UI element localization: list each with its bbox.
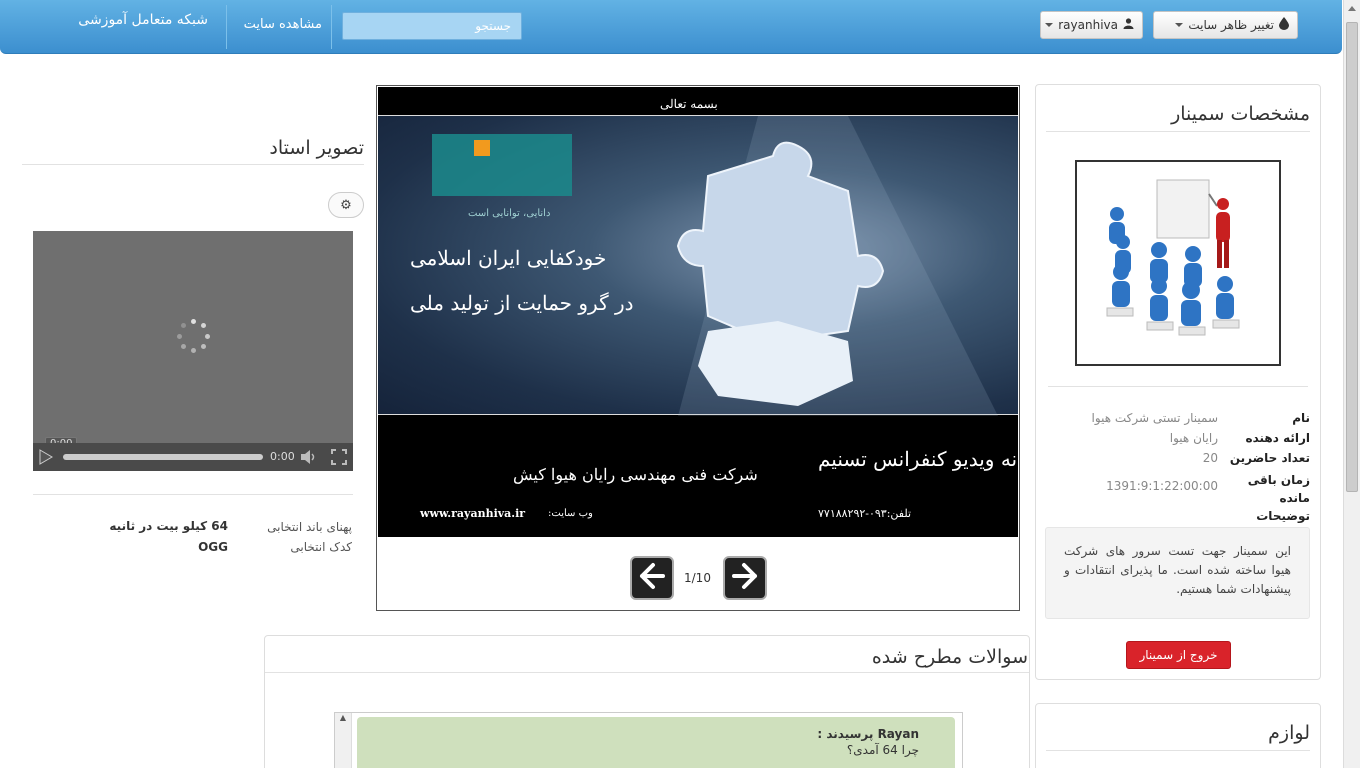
change-theme-button[interactable]: تغییر ظاهر سایت xyxy=(1153,11,1298,39)
droplet-icon xyxy=(1279,17,1289,33)
company-logo xyxy=(432,134,572,196)
teacher-video-title: تصویر استاد xyxy=(269,137,364,159)
info-label: زمان باقی مانده xyxy=(1247,473,1310,505)
page-scrollbar[interactable] xyxy=(1343,0,1360,768)
top-navbar: شبکه متعامل آموزشی مشاهده سایت rayanhiva… xyxy=(0,0,1342,54)
loading-spinner-icon xyxy=(176,319,210,353)
current-time: 0:00 xyxy=(270,450,295,463)
slide-main-area: دانایی، توانایی است خودکفایی ایران اسلام… xyxy=(378,115,1018,416)
logo-caption: دانایی، توانایی است xyxy=(468,208,551,219)
seminar-info-title: مشخصات سمینار xyxy=(1171,103,1310,125)
play-icon[interactable] xyxy=(39,449,53,469)
slide-viewer: بسمه تعالی دانایی، توانایی است خودکفایی … xyxy=(376,85,1020,611)
view-site-link[interactable]: مشاهده سایت xyxy=(244,17,322,32)
question-author: Rayan پرسیدند : xyxy=(817,727,919,741)
user-icon xyxy=(1123,18,1134,32)
user-menu-label: rayanhiva xyxy=(1058,18,1118,32)
search-input[interactable] xyxy=(342,12,522,40)
info-value: 1391:9:1:22:00:00 xyxy=(1106,479,1218,493)
divider xyxy=(1046,131,1310,132)
divider xyxy=(22,164,364,165)
info-label: توضیحات xyxy=(1256,509,1310,523)
divider xyxy=(33,494,353,495)
codec-value: OGG xyxy=(198,540,228,554)
slide-slogan-line1: خودکفایی ایران اسلامی xyxy=(410,246,607,270)
gear-icon: ⚙ xyxy=(340,197,352,213)
arrow-right-icon xyxy=(731,562,759,594)
video-settings-button[interactable]: ⚙ xyxy=(328,192,364,218)
requirements-panel: لوازم xyxy=(1035,703,1321,768)
scroll-thumb[interactable] xyxy=(1346,22,1358,492)
slide-website-label: وب سایت: xyxy=(548,508,593,519)
slide-system-name: سامانه ویدیو کنفرانس تسنیم xyxy=(818,447,1018,471)
question-item: Rayan پرسیدند : چرا 64 آمدی؟ xyxy=(357,717,955,768)
next-slide-button[interactable] xyxy=(723,556,767,600)
seminar-image xyxy=(1075,160,1281,366)
questions-list: ▲ Rayan پرسیدند : چرا 64 آمدی؟ xyxy=(334,712,963,768)
slide-website: www.rayanhiva.ir xyxy=(420,507,526,520)
divider xyxy=(1048,386,1308,387)
prev-slide-button[interactable] xyxy=(630,556,674,600)
arrow-left-icon xyxy=(638,562,666,594)
slide-company-name: شرکت فنی مهندسی رایان هیوا کیش xyxy=(513,465,758,484)
seminar-info-panel: مشخصات سمینار نام سمینار تستی شرکت هیوا … xyxy=(1035,84,1321,680)
volume-icon[interactable] xyxy=(300,449,318,469)
exit-seminar-button[interactable]: خروج از سمینار xyxy=(1126,641,1231,669)
info-value: سمینار تستی شرکت هیوا xyxy=(1091,411,1218,425)
nav-divider xyxy=(226,5,227,49)
chevron-down-icon xyxy=(1175,23,1184,27)
divider xyxy=(265,672,1029,673)
slide-phone: تلفن:۰۹۳-۷۷۱۸۸۲۹۲ xyxy=(818,507,912,520)
bandwidth-value: 64 کیلو بیت در ثانیه xyxy=(109,519,228,533)
codec-label: کدک انتخابی xyxy=(290,540,352,554)
user-menu-button[interactable]: rayanhiva xyxy=(1040,11,1143,39)
slide-image: بسمه تعالی دانایی، توانایی است خودکفایی … xyxy=(378,87,1018,537)
questions-panel: سوالات مطرح شده ▲ Rayan پرسیدند : چرا 64… xyxy=(264,635,1030,768)
site-brand[interactable]: شبکه متعامل آموزشی xyxy=(78,12,208,28)
question-text: چرا 64 آمدی؟ xyxy=(846,743,919,757)
chevron-down-icon xyxy=(1045,23,1054,27)
scroll-up-icon[interactable] xyxy=(1348,6,1356,11)
questions-title: سوالات مطرح شده xyxy=(871,646,1028,668)
info-label: تعداد حاضرین xyxy=(1229,451,1310,465)
requirements-title: لوازم xyxy=(1268,722,1310,744)
info-value: 20 xyxy=(1202,451,1218,465)
progress-bar[interactable] xyxy=(63,454,263,460)
slide-header-text: بسمه تعالی xyxy=(660,97,718,111)
description-box: این سمینار جهت تست سرور های شرکت هیوا سا… xyxy=(1045,527,1310,619)
change-theme-label: تغییر ظاهر سایت xyxy=(1188,18,1274,32)
video-controls: 0:00 xyxy=(33,443,353,471)
nav-divider xyxy=(331,5,332,49)
slide-slogan-line2: در گرو حمایت از تولید ملی xyxy=(410,291,634,315)
info-label: ارائه دهنده xyxy=(1245,431,1311,445)
slide-counter: 1/10 xyxy=(684,571,711,585)
divider xyxy=(1046,750,1310,751)
fullscreen-icon[interactable] xyxy=(331,449,347,469)
bandwidth-label: پهنای باند انتخابی xyxy=(267,520,352,534)
questions-scrollbar[interactable]: ▲ xyxy=(335,713,352,768)
teacher-video-player[interactable]: 0:00 0:00 xyxy=(33,231,353,471)
info-label: نام xyxy=(1292,411,1310,425)
info-value: رایان هیوا xyxy=(1169,431,1218,445)
